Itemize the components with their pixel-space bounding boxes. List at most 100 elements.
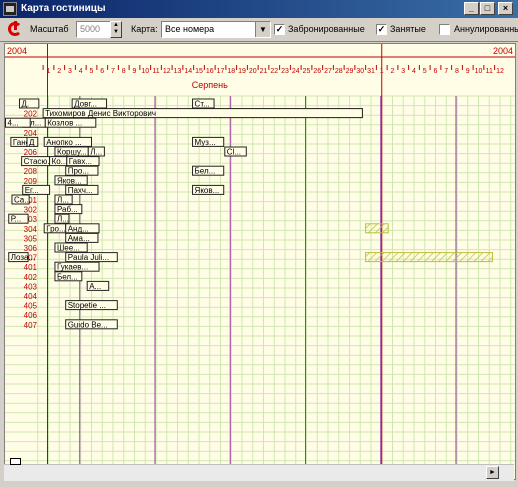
booking-label: Ко... [52,157,68,166]
minimize-button[interactable]: _ [464,2,479,15]
booking-label: Ама... [68,234,90,243]
window-title: Карта гостиницы [21,3,106,14]
day-label: 28 [335,68,343,75]
day-label: 14 [184,68,192,75]
room-label: 209 [24,177,38,186]
booking-label: Довг... [74,100,97,109]
booking-label: Тихомиров Денис Викторович [45,109,156,118]
hotel-map-canvas[interactable]: 2004 2004 Серпень 1 2 3 4 5 6 7 8 9 10 11 12 13 14 15 16 17… [4,43,516,480]
day-label: 21 [260,68,268,75]
booking-label: Ст... [195,100,210,109]
booking-label: Сl... [227,148,241,157]
day-label: 24 [292,68,300,75]
day-label: 10 [141,68,149,75]
day-label: 7 [111,68,115,75]
cancelled-checkbox[interactable] [439,24,450,35]
booking-label: Л... [57,196,69,205]
day-label: 8 [455,68,459,75]
day-label: 16 [206,68,214,75]
day-label: 7 [444,68,448,75]
room-label: 304 [24,225,38,234]
booking-label: Яков... [57,176,82,185]
booking-label: Са... [14,196,31,205]
day-label: 5 [90,68,94,75]
day-label: 1 [380,68,384,75]
hotel-map[interactable]: 2004 2004Серпень1 2 3 4 5 6 7 8 9 10 11 12 13 14 15 16 17… [5,44,515,479]
room-label: 305 [24,234,38,243]
day-label: 19 [238,68,246,75]
day-label: 26 [313,68,321,75]
room-label: 302 [24,206,38,215]
keyboard-icon[interactable] [10,458,21,465]
year-right: 2004 [493,46,513,56]
room-label: 208 [24,167,38,176]
day-label: 4 [412,68,416,75]
booking-label: Козлов ... [47,119,82,128]
scale-input[interactable]: 5000 [76,21,112,38]
booking-label: Анопко ... [46,138,81,147]
day-label: 27 [324,68,332,75]
room-label: 402 [24,273,38,282]
day-label: 17 [217,68,225,75]
booking-label: Лоза... [11,253,35,262]
day-label: 2 [57,68,61,75]
scale-spinner[interactable]: ▲ ▼ [110,21,122,38]
day-label: 5 [423,68,427,75]
occupied-checkbox[interactable]: ✓ [376,24,387,35]
room-label: 407 [24,321,38,330]
day-label: 11 [152,68,159,75]
app-icon [3,2,17,16]
booking-label: Яков... [195,186,220,195]
room-label: 401 [24,263,38,272]
room-label: 306 [24,244,38,253]
booking-label: Анд... [68,224,89,233]
room-label: 206 [24,148,38,157]
day-label: 15 [195,68,203,75]
cancelled-booking-bar[interactable] [365,223,389,234]
booking-label: Д [29,138,35,147]
day-label: 10 [475,68,483,75]
occupied-label: Занятые [390,24,426,34]
window-titlebar: Карта гостиницы _ □ × [0,0,518,18]
booking-label: Раб... [57,205,78,214]
room-label: 403 [24,282,38,291]
room-label: 204 [24,129,38,138]
map-select[interactable]: Все номера ▼ [161,21,271,38]
booking-label: Гукаев... [57,263,88,272]
booked-checkbox[interactable]: ✓ [274,24,285,35]
day-label: 20 [249,68,257,75]
booking-label: Муз... [195,138,216,147]
booking-label: Про... [68,167,89,176]
chevron-down-icon[interactable]: ▼ [255,22,270,37]
booking-label: Пахч... [68,186,93,195]
booking-label: Д. [21,100,29,109]
day-label: 29 [346,68,354,75]
day-label: 3 [401,68,405,75]
horizontal-scrollbar[interactable]: ► [4,464,514,481]
day-label: 8 [122,68,126,75]
day-label: 12 [496,68,504,75]
booking-label: 4... [8,119,19,128]
room-label: 405 [24,302,38,311]
year-left: 2004 [7,46,27,56]
cancelled-booking-bar[interactable] [365,252,493,263]
maximize-button[interactable]: □ [480,2,495,15]
booking-label: Л... [57,215,69,224]
day-label: 13 [174,68,182,75]
booking-label: Шее... [57,244,80,253]
refresh-icon[interactable] [8,21,22,36]
scroll-right-button[interactable]: ► [486,466,499,479]
booking-label: Ег... [25,186,39,195]
day-label: 6 [434,68,438,75]
day-label: 4 [79,68,83,75]
booking-label: Гавх... [69,157,92,166]
booking-label: Stopetie ... [68,301,106,310]
close-button[interactable]: × [498,2,513,15]
day-label: 12 [163,68,171,75]
day-label: 9 [466,68,470,75]
map-label: Карта: [131,24,158,34]
room-label: 406 [24,311,38,320]
booking-label: Гро... [46,224,65,233]
booking-label: Guido Be... [68,320,108,329]
day-label: 25 [303,68,311,75]
